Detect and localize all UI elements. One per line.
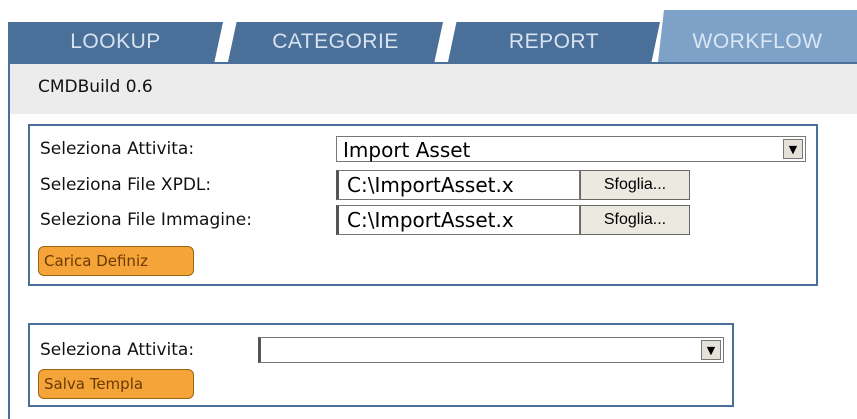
tab-lookup[interactable]: LOOKUP (8, 22, 223, 62)
load-definition-button[interactable]: Carica Definiz (38, 246, 194, 276)
chevron-down-icon[interactable]: ▼ (701, 340, 721, 360)
tab-categorie[interactable]: CATEGORIE (228, 22, 443, 62)
activity-select-2[interactable]: ▼ (258, 337, 724, 363)
image-file-label: Seleziona File Immagine: (40, 210, 252, 230)
save-template-button[interactable]: Salva Templa (38, 369, 194, 399)
template-form: Seleziona Attivita: ▼ Salva Templa (28, 323, 734, 407)
chevron-down-icon[interactable]: ▼ (783, 139, 803, 159)
activity-label-2: Seleziona Attivita: (40, 340, 195, 360)
version-bar: CMDBuild 0.6 (10, 62, 857, 114)
tab-workflow-label: WORKFLOW (692, 30, 823, 53)
tab-bar: LOOKUP CATEGORIE REPORT WORKFLOW (0, 0, 857, 62)
xpdl-file-value: C:\ImportAsset.x (347, 173, 514, 197)
activity-label: Seleziona Attivita: (40, 139, 195, 159)
activity-select-value: Import Asset (343, 138, 471, 162)
tab-lookup-label: LOOKUP (70, 30, 161, 53)
tab-report-label: REPORT (508, 30, 600, 53)
image-file-input[interactable]: C:\ImportAsset.x (336, 205, 580, 235)
image-file-value: C:\ImportAsset.x (347, 208, 514, 232)
xpdl-file-label: Seleziona File XPDL: (40, 175, 212, 195)
tab-categorie-label: CATEGORIE (272, 30, 399, 53)
xpdl-file-input[interactable]: C:\ImportAsset.x (336, 170, 580, 200)
image-browse-button[interactable]: Sfoglia... (580, 205, 690, 235)
tab-workflow[interactable]: WORKFLOW (658, 10, 857, 62)
version-text: CMDBuild 0.6 (38, 77, 153, 97)
activity-select[interactable]: Import Asset ▼ (336, 136, 806, 162)
tab-report[interactable]: REPORT (448, 22, 660, 62)
process-definition-form: Seleziona Attivita: Import Asset ▼ Selez… (28, 124, 818, 286)
xpdl-browse-button[interactable]: Sfoglia... (580, 170, 690, 200)
